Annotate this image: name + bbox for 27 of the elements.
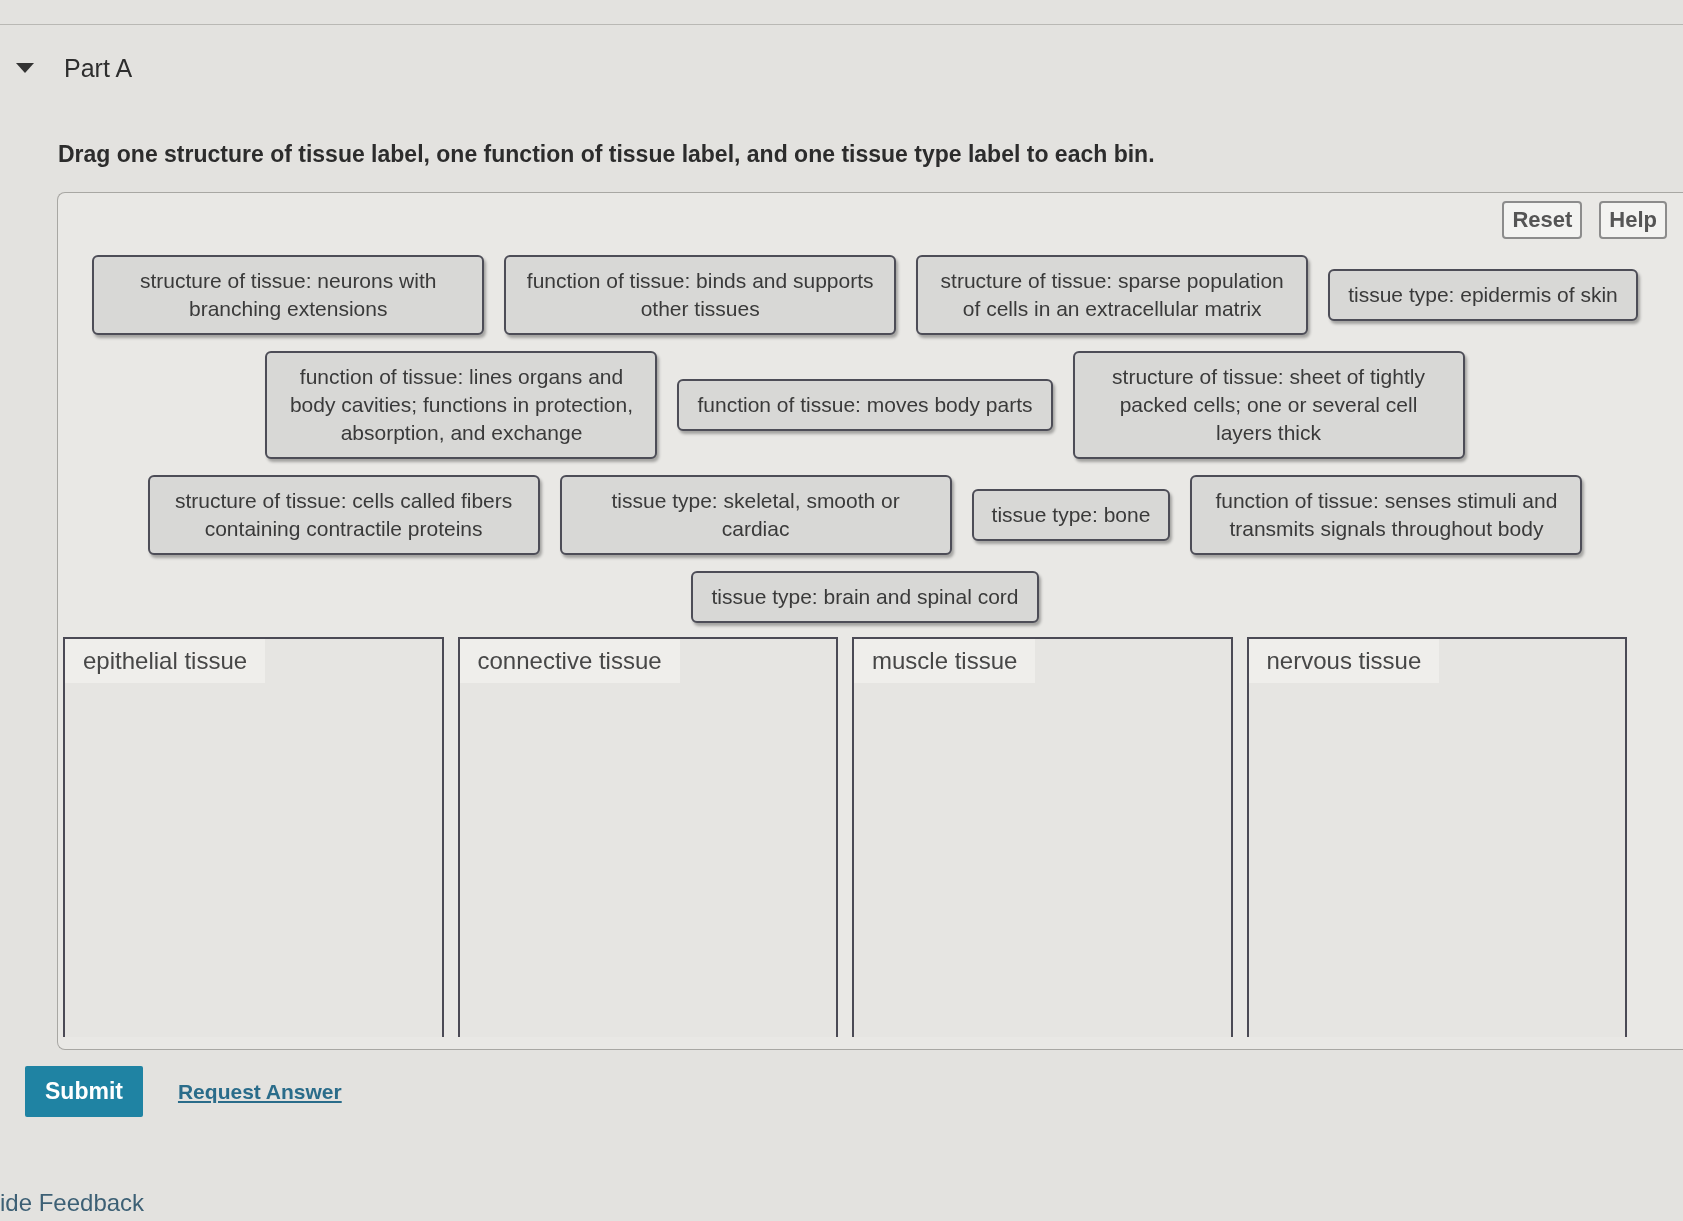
draggable-label[interactable]: function of tissue: senses stimuli and transmits signals throughout body — [1190, 475, 1583, 555]
draggable-label[interactable]: tissue type: brain and spinal cord — [691, 571, 1039, 623]
drop-bin[interactable]: muscle tissue — [852, 637, 1233, 1037]
bin-title: connective tissue — [459, 639, 680, 683]
draggable-label[interactable]: function of tissue: lines organs and body cavities; functions in protection, absorption, and exchange — [265, 351, 658, 459]
instruction-text: Drag one structure of tissue label, one function of tissue label, and one tissue type label to each bin. — [58, 141, 1156, 168]
draggable-label[interactable]: tissue type: bone — [971, 489, 1171, 541]
bin-title: nervous tissue — [1248, 639, 1440, 683]
bin-title: epithelial tissue — [65, 639, 266, 683]
help-button[interactable]: Help — [1599, 201, 1667, 239]
draggable-label[interactable]: structure of tissue: sparse population of cells in an extracellular matrix — [916, 255, 1309, 335]
draggable-label[interactable]: function of tissue: binds and supports other tissues — [504, 255, 897, 335]
reset-button[interactable]: Reset — [1502, 201, 1583, 239]
draggable-label[interactable]: structure of tissue: neurons with branching extensions — [92, 255, 485, 335]
drop-bin[interactable]: epithelial tissue — [63, 637, 444, 1037]
drop-bin[interactable]: connective tissue — [457, 637, 838, 1037]
request-answer-link[interactable]: Request Answer — [177, 1079, 342, 1104]
submit-button[interactable]: Submit — [25, 1066, 143, 1117]
feedback-link[interactable]: ide Feedback — [0, 1189, 145, 1217]
draggable-label[interactable]: tissue type: skeletal, smooth or cardiac — [559, 475, 952, 555]
draggable-label[interactable]: structure of tissue: cells called fibers containing contractile proteins — [147, 475, 540, 555]
drop-bin[interactable]: nervous tissue — [1246, 637, 1627, 1037]
draggable-label[interactable]: structure of tissue: sheet of tightly packed cells; one or several cell layers thick — [1072, 351, 1465, 459]
draggable-label[interactable]: function of tissue: moves body parts — [677, 379, 1053, 431]
draggable-label[interactable]: tissue type: epidermis of skin — [1328, 269, 1638, 321]
part-title: Part A — [64, 53, 133, 83]
bin-title: muscle tissue — [854, 639, 1036, 683]
